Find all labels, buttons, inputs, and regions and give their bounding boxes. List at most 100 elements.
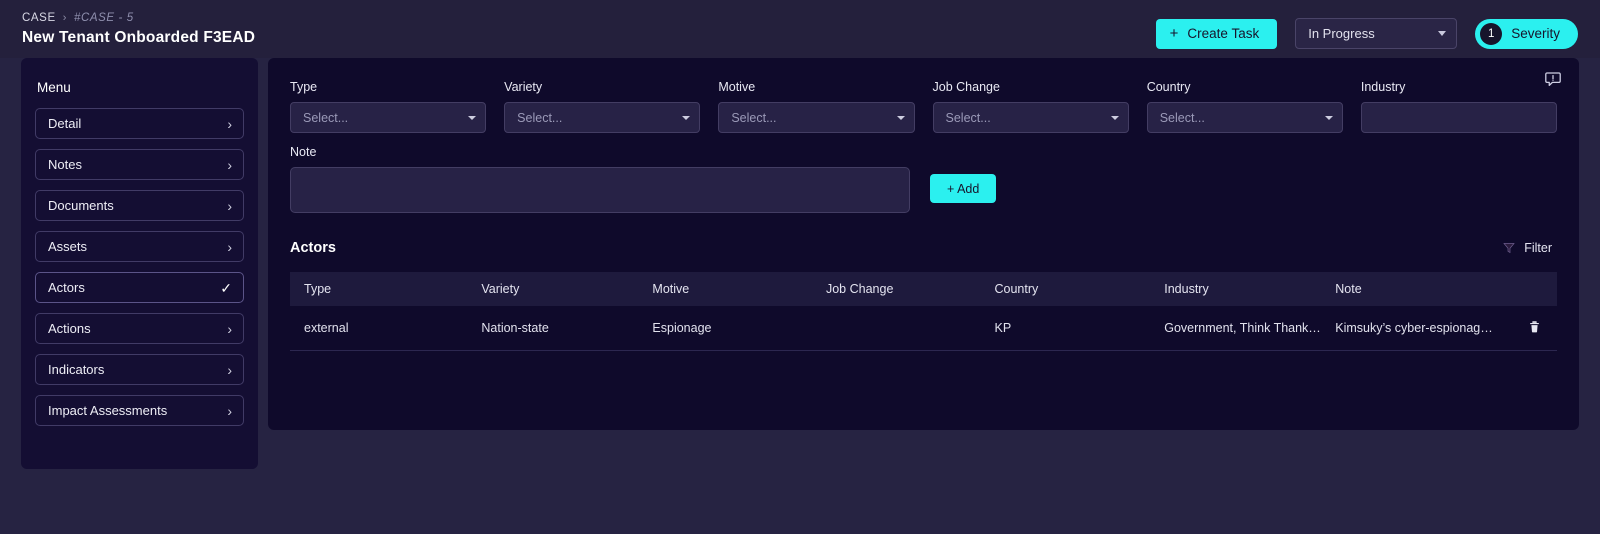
variety-select-placeholder: Select... xyxy=(517,110,563,125)
note-row: Note + Add xyxy=(290,145,1557,216)
chevron-right-icon: › xyxy=(227,115,232,132)
field-label-job-change: Job Change xyxy=(932,80,1000,94)
breadcrumb: CASE › #CASE - 5 xyxy=(22,12,1156,24)
job-change-select[interactable]: Select... xyxy=(932,102,1129,133)
cell-country: KP xyxy=(980,306,1151,351)
sidebar-item-label: Actions xyxy=(48,321,91,336)
field-industry: Industry xyxy=(1360,80,1558,133)
country-select[interactable]: Select... xyxy=(1146,102,1343,133)
status-select[interactable]: In Progress xyxy=(1295,18,1458,49)
cell-actions xyxy=(1498,306,1557,351)
cell-note: Kimsuky’s cyber-espionag… xyxy=(1321,306,1499,351)
field-label-country: Country xyxy=(1146,80,1191,94)
table-header-row: Type Variety Motive Job Change Country I… xyxy=(290,272,1557,306)
plus-icon: + xyxy=(1169,25,1179,42)
severity-label: Severity xyxy=(1511,26,1560,41)
sidebar-item-indicators[interactable]: Indicators › xyxy=(35,354,244,385)
funnel-icon xyxy=(1503,243,1515,254)
chevron-down-icon xyxy=(1110,115,1119,120)
breadcrumb-separator-icon: › xyxy=(62,12,67,24)
chevron-down-icon xyxy=(896,115,905,120)
actor-form-row: Type Select... Variety Select... Motive … xyxy=(290,80,1558,133)
field-job-change: Job Change Select... xyxy=(932,80,1129,133)
sidebar-item-detail[interactable]: Detail › xyxy=(35,108,244,139)
breadcrumb-current: #CASE - 5 xyxy=(73,12,134,24)
field-note: Note xyxy=(290,145,910,216)
sidebar-menu-title: Menu xyxy=(37,80,71,95)
col-header-industry: Industry xyxy=(1164,282,1209,296)
breadcrumb-root[interactable]: CASE xyxy=(22,12,56,24)
col-header-job-change: Job Change xyxy=(825,282,894,296)
sidebar-item-documents[interactable]: Documents › xyxy=(35,190,244,221)
cell-type: external xyxy=(290,306,468,351)
field-label-type: Type xyxy=(290,80,318,94)
comment-alert-icon[interactable] xyxy=(1544,70,1562,91)
variety-select[interactable]: Select... xyxy=(504,102,701,133)
col-header-country: Country xyxy=(994,282,1039,296)
col-header-type: Type xyxy=(304,282,332,296)
app-header: CASE › #CASE - 5 New Tenant Onboarded F3… xyxy=(0,0,1600,58)
sidebar-item-label: Impact Assessments xyxy=(48,403,168,418)
field-type: Type Select... xyxy=(290,80,487,133)
trash-icon[interactable] xyxy=(1528,319,1541,337)
table-row[interactable]: external Nation-state Espionage KP Gover… xyxy=(290,306,1557,351)
filter-button[interactable]: Filter xyxy=(1503,241,1552,255)
sidebar-item-label: Indicators xyxy=(48,362,105,377)
create-task-label: Create Task xyxy=(1187,26,1260,41)
main-panel: Type Select... Variety Select... Motive … xyxy=(268,58,1579,430)
chevron-right-icon: › xyxy=(227,156,232,173)
sidebar-item-assets[interactable]: Assets › xyxy=(35,231,244,262)
chevron-right-icon: › xyxy=(227,402,232,419)
page-title: New Tenant Onboarded F3EAD xyxy=(22,29,256,46)
sidebar-item-label: Assets xyxy=(48,239,88,254)
col-header-motive: Motive xyxy=(652,282,690,296)
sidebar-item-label: Notes xyxy=(48,157,82,172)
sidebar-item-impact-assessments[interactable]: Impact Assessments › xyxy=(35,395,244,426)
chevron-right-icon: › xyxy=(227,361,232,378)
chevron-right-icon: › xyxy=(227,320,232,337)
field-label-variety: Variety xyxy=(504,80,543,94)
header-actions: + Create Task In Progress 1 Severity xyxy=(1155,12,1578,49)
industry-input[interactable] xyxy=(1360,102,1558,133)
sidebar: Menu Detail › Notes › Documents › Assets… xyxy=(21,58,258,469)
type-select-placeholder: Select... xyxy=(303,110,349,125)
severity-badge[interactable]: 1 Severity xyxy=(1475,18,1578,49)
field-label-motive: Motive xyxy=(718,80,756,94)
sidebar-item-label: Documents xyxy=(48,198,114,213)
field-country: Country Select... xyxy=(1146,80,1343,133)
chevron-down-icon xyxy=(1438,31,1447,36)
sidebar-item-actors[interactable]: Actors ✓ xyxy=(35,272,244,303)
create-task-button[interactable]: + Create Task xyxy=(1155,18,1278,49)
actors-table-head: Type Variety Motive Job Change Country I… xyxy=(290,272,1557,306)
motive-select-placeholder: Select... xyxy=(731,110,777,125)
cell-industry: Government, Think Thank… xyxy=(1150,306,1322,351)
note-textarea[interactable] xyxy=(290,167,910,213)
motive-select[interactable]: Select... xyxy=(718,102,915,133)
check-icon: ✓ xyxy=(220,279,232,296)
field-variety: Variety Select... xyxy=(504,80,701,133)
field-label-industry: Industry xyxy=(1360,80,1406,94)
chevron-down-icon xyxy=(682,115,691,120)
chevron-down-icon xyxy=(1324,115,1333,120)
sidebar-item-actions[interactable]: Actions › xyxy=(35,313,244,344)
actors-title: Actors xyxy=(290,240,336,256)
chevron-right-icon: › xyxy=(227,238,232,255)
cell-motive: Espionage xyxy=(638,306,812,351)
page-body: Menu Detail › Notes › Documents › Assets… xyxy=(0,58,1600,534)
type-select[interactable]: Select... xyxy=(290,102,487,133)
actors-table: Type Variety Motive Job Change Country I… xyxy=(290,272,1557,351)
chevron-right-icon: › xyxy=(227,197,232,214)
cell-job-change xyxy=(811,306,981,351)
status-select-value: In Progress xyxy=(1308,26,1375,41)
col-header-actions xyxy=(1499,272,1557,306)
header-left: CASE › #CASE - 5 New Tenant Onboarded F3… xyxy=(22,12,1156,47)
actors-section-header: Actors Filter xyxy=(290,240,1557,256)
severity-count: 1 xyxy=(1480,22,1503,45)
sidebar-item-notes[interactable]: Notes › xyxy=(35,149,244,180)
job-change-select-placeholder: Select... xyxy=(945,110,991,125)
filter-label: Filter xyxy=(1524,241,1552,255)
actors-table-body: external Nation-state Espionage KP Gover… xyxy=(290,306,1557,351)
add-actor-button[interactable]: + Add xyxy=(930,174,997,203)
chevron-down-icon xyxy=(468,115,477,120)
field-label-note: Note xyxy=(290,145,317,159)
